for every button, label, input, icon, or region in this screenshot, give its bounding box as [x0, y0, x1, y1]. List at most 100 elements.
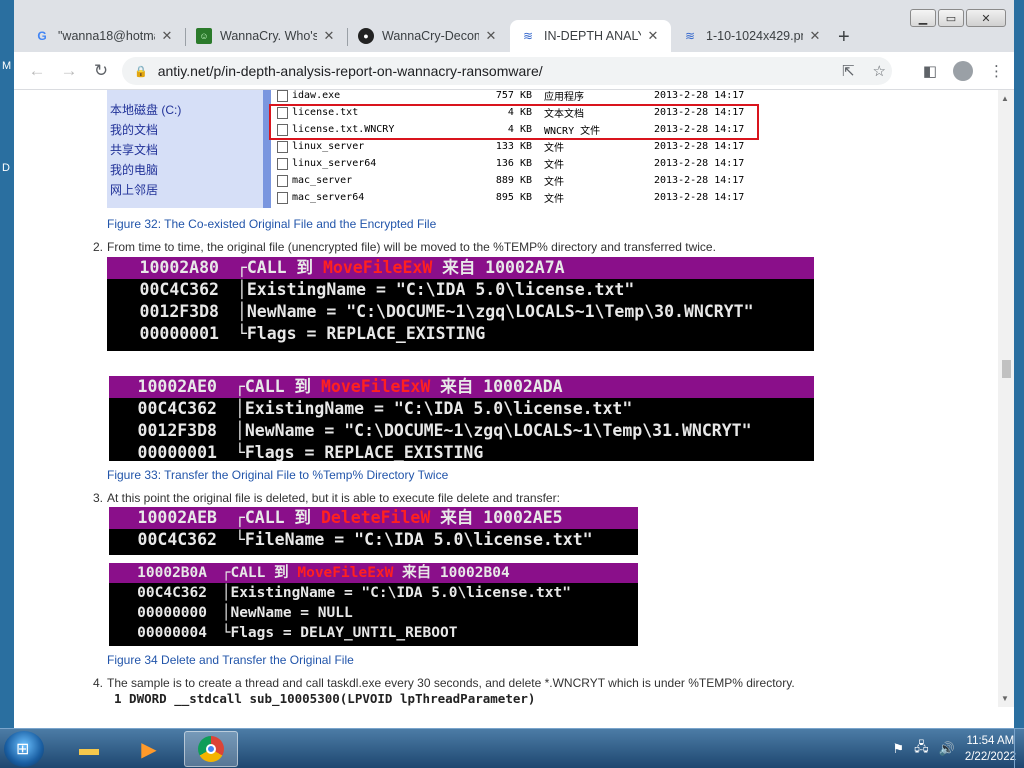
- explorer-sidebar: 本地磁盘 (C:) 我的文档 共享文档 我的电脑 网上邻居: [107, 90, 270, 208]
- tab-close-icon[interactable]: ✕: [645, 28, 661, 44]
- tab-close-icon[interactable]: ✕: [321, 28, 337, 44]
- call-address: 10002AE0: [137, 377, 217, 396]
- tab-gmail[interactable]: G "wanna18@hotmai ✕: [24, 20, 185, 52]
- address-bar[interactable]: 🔒 antiy.net/p/in-depth-analysis-report-o…: [122, 57, 892, 85]
- tab-close-icon[interactable]: ✕: [159, 28, 175, 44]
- clock[interactable]: 11:54 AM 2/22/2022: [965, 733, 1016, 765]
- file-type: 文件: [544, 194, 564, 205]
- file-icon: [277, 140, 288, 153]
- file-name: idaw.exe: [292, 90, 341, 101]
- api-name: MoveFileExW: [322, 258, 433, 277]
- antiy-icon: ≋: [522, 29, 534, 43]
- call-address: 10002A80: [139, 258, 219, 277]
- call-address: 10002AEB: [137, 508, 217, 527]
- tab-wannacry-who[interactable]: ☺ WannaCry. Who's ✕: [186, 20, 347, 52]
- tab-in-depth-analysis[interactable]: ≋ IN-DEPTH ANALYS ✕: [510, 20, 671, 52]
- api-name: DeleteFileW: [320, 508, 431, 527]
- highlight-box: [269, 104, 759, 140]
- maximize-button[interactable]: ▭: [938, 9, 964, 27]
- action-center-flag-icon[interactable]: ⚑: [892, 741, 904, 757]
- stack-row: 00000000 │NewName = NULL: [109, 603, 353, 623]
- network-icon[interactable]: 🖧: [914, 738, 929, 760]
- explorer-screenshot: 本地磁盘 (C:) 我的文档 共享文档 我的电脑 网上邻居 idaw.exe 7…: [107, 90, 775, 208]
- media-player-taskbar-button[interactable]: ▶: [122, 731, 176, 767]
- url-text: antiy.net/p/in-depth-analysis-report-on-…: [157, 63, 543, 79]
- bookmark-star-icon[interactable]: ☆: [873, 62, 886, 80]
- scrollbar-thumb[interactable]: [1002, 360, 1011, 378]
- minimize-button[interactable]: ▁: [910, 9, 936, 27]
- tab-image[interactable]: ≋ 1-10-1024x429.pn ✕: [672, 20, 833, 52]
- stack-row: 0012F3D8 │NewName = "C:\DOCUME~1\zgq\LOC…: [109, 420, 752, 442]
- file-icon: [277, 90, 288, 102]
- arg-text: FileName = "C:\IDA 5.0\license.txt": [244, 530, 593, 549]
- wannacry-icon: ☺: [196, 28, 212, 44]
- vertical-scrollbar[interactable]: ▲ ▼: [998, 90, 1014, 707]
- call-text: ┌CALL 到 DeleteFileW 来自 10002AE5: [234, 508, 563, 527]
- tab-title: 1-10-1024x429.pn: [706, 29, 803, 43]
- menu-kebab-icon[interactable]: ⋮: [989, 62, 1004, 80]
- system-tray: ⚑ 🖧 🔊 11:54 AM 2/22/2022: [892, 733, 1016, 765]
- github-icon: ●: [358, 28, 374, 44]
- file-row: mac_server64 895 KB 文件 2013-2-28 14:17: [277, 189, 775, 206]
- scroll-up-icon[interactable]: ▲: [1001, 94, 1009, 103]
- browser-toolbar: ← → ↻ 🔒 antiy.net/p/in-depth-analysis-re…: [14, 52, 1014, 90]
- side-panel-icon[interactable]: ◧: [923, 62, 937, 80]
- file-name: mac_server: [292, 175, 353, 186]
- file-date: 2013-2-28 14:17: [654, 175, 745, 186]
- paragraph-text: From time to time, the original file (un…: [107, 240, 716, 254]
- tab-title: WannaCry. Who's: [220, 29, 317, 43]
- list-number: 4.: [93, 676, 104, 690]
- stack-text: │ExistingName = "C:\IDA 5.0\license.txt": [234, 399, 633, 418]
- chrome-taskbar-button[interactable]: [184, 731, 238, 767]
- tab-strip: ▁ ▭ ✕ G "wanna18@hotmai ✕ ☺ WannaCry. Wh…: [14, 0, 1014, 52]
- figure-caption: Figure 34 Delete and Transfer the Origin…: [107, 653, 354, 667]
- file-type: 文件: [544, 160, 564, 171]
- sidebar-link: 网上邻居: [110, 183, 159, 197]
- stack-address: 0012F3D8: [137, 421, 217, 440]
- list-number: 3.: [93, 491, 104, 505]
- debugger-screenshot: 10002B0A ┌CALL 到 MoveFileExW 来自 10002B04…: [109, 563, 638, 646]
- volume-icon[interactable]: 🔊: [939, 741, 955, 757]
- file-size: 757 KB: [495, 90, 532, 101]
- debugger-screenshot: 10002AEB ┌CALL 到 DeleteFileW 来自 10002AE5…: [109, 507, 638, 555]
- stack-address: 00C4C362: [137, 399, 217, 418]
- call-text: ┌CALL 到 MoveFileExW 来自 10002A7A: [236, 258, 565, 277]
- windows-logo-icon: ⊞: [16, 741, 30, 758]
- clock-time: 11:54 AM: [966, 735, 1015, 747]
- reload-icon[interactable]: ↻: [90, 60, 112, 82]
- scroll-down-icon[interactable]: ▼: [1001, 694, 1009, 703]
- tab-title: "wanna18@hotmai: [58, 29, 155, 43]
- forward-arrow-icon[interactable]: →: [58, 60, 80, 82]
- caller-address: 10002ADA: [483, 377, 563, 396]
- close-window-button[interactable]: ✕: [966, 9, 1006, 27]
- file-name: linux_server64: [292, 158, 377, 169]
- folder-icon: ▬: [79, 737, 99, 760]
- tab-close-icon[interactable]: ✕: [807, 28, 823, 44]
- google-icon: G: [37, 29, 47, 43]
- sidebar-link: 我的文档: [110, 123, 159, 137]
- api-name: MoveFileExW: [297, 565, 394, 581]
- call-text: ┌CALL 到 MoveFileExW 来自 10002B04: [221, 565, 510, 581]
- lock-icon[interactable]: 🔒: [134, 65, 148, 78]
- from-label: 来自: [402, 565, 432, 581]
- file-size: 895 KB: [495, 192, 532, 203]
- antiy-icon: ≋: [684, 29, 696, 43]
- profile-avatar[interactable]: [953, 61, 973, 81]
- stack-row: 00000001 └Flags = REPLACE_EXISTING: [107, 323, 486, 345]
- arg-text: Flags = REPLACE_EXISTING: [244, 443, 484, 461]
- chrome-icon: [198, 736, 224, 762]
- sidebar-link: 共享文档: [110, 143, 159, 157]
- caller-address: 10002AE5: [483, 508, 563, 527]
- show-desktop-button[interactable]: [1014, 729, 1024, 768]
- explorer-taskbar-button[interactable]: ▬: [62, 731, 116, 767]
- call-header-row: 10002AE0 ┌CALL 到 MoveFileExW 来自 10002ADA: [109, 376, 814, 398]
- arg-text: ExistingName = "C:\IDA 5.0\license.txt": [246, 280, 635, 299]
- share-icon[interactable]: ⇱: [842, 62, 855, 80]
- tab-close-icon[interactable]: ✕: [483, 28, 499, 44]
- tab-github[interactable]: ● WannaCry-Decom ✕: [348, 20, 509, 52]
- stack-text: │NewName = "C:\DOCUME~1\zgq\LOCALS~1\Tem…: [234, 421, 752, 440]
- back-arrow-icon[interactable]: ←: [26, 60, 48, 82]
- stack-row: 00000004 └Flags = DELAY_UNTIL_REBOOT: [109, 623, 457, 643]
- start-button[interactable]: ⊞: [4, 731, 44, 767]
- new-tab-button[interactable]: +: [838, 26, 850, 49]
